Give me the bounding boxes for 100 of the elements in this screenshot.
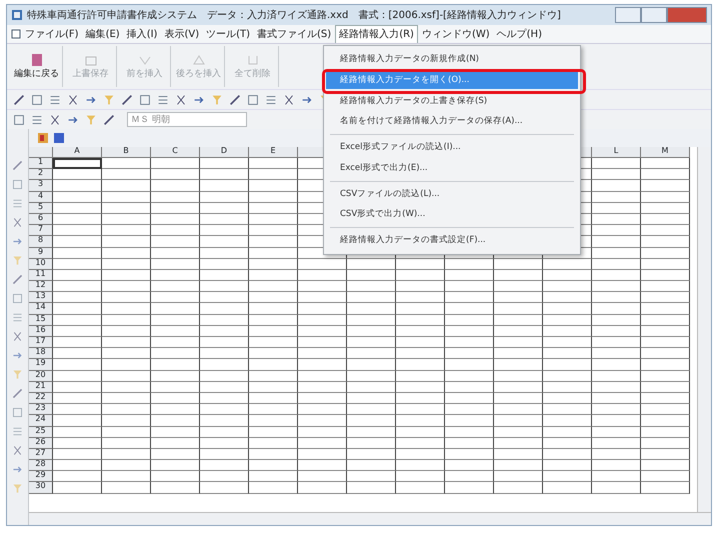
table-cell[interactable] [347,326,396,337]
table-cell[interactable] [592,404,641,416]
table-cell[interactable] [102,248,151,259]
table-cell[interactable] [102,258,151,270]
table-cell[interactable] [200,404,249,416]
table-cell[interactable] [102,225,151,236]
table-cell[interactable] [151,202,200,214]
table-cell[interactable] [494,359,543,371]
menu-item[interactable]: 経路情報入力データの新規作成(N) [326,51,578,68]
table-cell[interactable] [249,225,298,236]
scissors-icon[interactable] [11,330,24,343]
table-cell[interactable] [200,180,249,192]
table-cell[interactable] [396,460,445,472]
table-cell[interactable] [200,314,249,326]
table-cell[interactable] [592,236,641,248]
table-cell[interactable] [151,426,200,438]
table-cell[interactable] [298,326,347,337]
table-cell[interactable] [200,248,249,259]
table-cell[interactable] [592,370,641,382]
table-cell[interactable] [102,415,151,426]
table-cell[interactable] [53,225,102,236]
table-cell[interactable] [396,415,445,426]
table-cell[interactable] [347,471,396,482]
table-cell[interactable] [298,448,347,460]
table-cell[interactable] [592,337,641,348]
table-cell[interactable] [494,382,543,393]
table-cell[interactable] [298,258,347,270]
table-cell[interactable] [641,326,690,337]
table-cell[interactable] [53,326,102,337]
table-cell[interactable] [641,270,690,282]
table-cell[interactable] [298,404,347,416]
table-cell[interactable] [53,404,102,416]
table-cell[interactable] [249,348,298,360]
table-cell[interactable] [200,426,249,438]
table-cell[interactable] [396,438,445,449]
table-cell[interactable] [249,214,298,226]
table-cell[interactable] [641,392,690,404]
pencil-icon[interactable] [11,387,24,400]
table-cell[interactable] [102,281,151,292]
table-cell[interactable] [249,303,298,315]
table-cell[interactable] [200,303,249,315]
sheet-icon[interactable] [37,132,49,144]
table-cell[interactable] [298,415,347,426]
table-cell[interactable] [494,270,543,282]
table-cell[interactable] [494,482,543,494]
menu-item[interactable]: ファイル(F) [22,26,82,42]
menu-item[interactable]: 編集(E) [82,26,123,42]
scissors-icon[interactable] [11,444,24,457]
table-cell[interactable] [592,392,641,404]
table-cell[interactable] [200,448,249,460]
menu-item[interactable]: Excel形式ファイルの読込(I)... [326,139,578,156]
table-cell[interactable] [347,348,396,360]
table-cell[interactable] [641,314,690,326]
table-cell[interactable] [249,359,298,371]
table-cell[interactable] [151,438,200,449]
table-cell[interactable] [592,225,641,236]
table-cell[interactable] [641,202,690,214]
table-cell[interactable] [396,348,445,360]
table-cell[interactable] [53,169,102,180]
table-cell[interactable] [641,236,690,248]
menu-item[interactable]: CSV形式で出力(W)... [326,206,578,223]
table-cell[interactable] [347,359,396,371]
table-cell[interactable] [249,460,298,472]
table-cell[interactable] [249,471,298,482]
table-cell[interactable] [102,392,151,404]
table-cell[interactable] [641,482,690,494]
table-cell[interactable] [396,270,445,282]
table-cell[interactable] [249,326,298,337]
table-cell[interactable] [641,382,690,393]
table-cell[interactable] [102,404,151,416]
table-cell[interactable] [543,471,592,482]
table-cell[interactable] [200,348,249,360]
table-cell[interactable] [494,471,543,482]
table-cell[interactable] [53,370,102,382]
table-cell[interactable] [102,460,151,472]
table-cell[interactable] [200,460,249,472]
table-cell[interactable] [494,348,543,360]
table-cell[interactable] [53,270,102,282]
table-cell[interactable] [53,281,102,292]
vertical-scrollbar[interactable] [697,147,711,512]
table-cell[interactable] [543,359,592,371]
table-cell[interactable] [200,158,249,170]
table-cell[interactable] [543,281,592,292]
table-cell[interactable] [396,404,445,416]
table-cell[interactable] [494,326,543,337]
table-cell[interactable] [102,448,151,460]
table-cell[interactable] [592,348,641,360]
table-cell[interactable] [641,248,690,259]
table-cell[interactable] [102,292,151,304]
table-cell[interactable] [151,482,200,494]
table-cell[interactable] [592,314,641,326]
table-cell[interactable] [53,214,102,226]
table-cell[interactable] [151,248,200,259]
table-cell[interactable] [102,214,151,226]
table-cell[interactable] [102,192,151,203]
table-cell[interactable] [102,438,151,449]
table-cell[interactable] [298,292,347,304]
table-cell[interactable] [396,359,445,371]
table-cell[interactable] [641,337,690,348]
table-cell[interactable] [445,460,494,472]
